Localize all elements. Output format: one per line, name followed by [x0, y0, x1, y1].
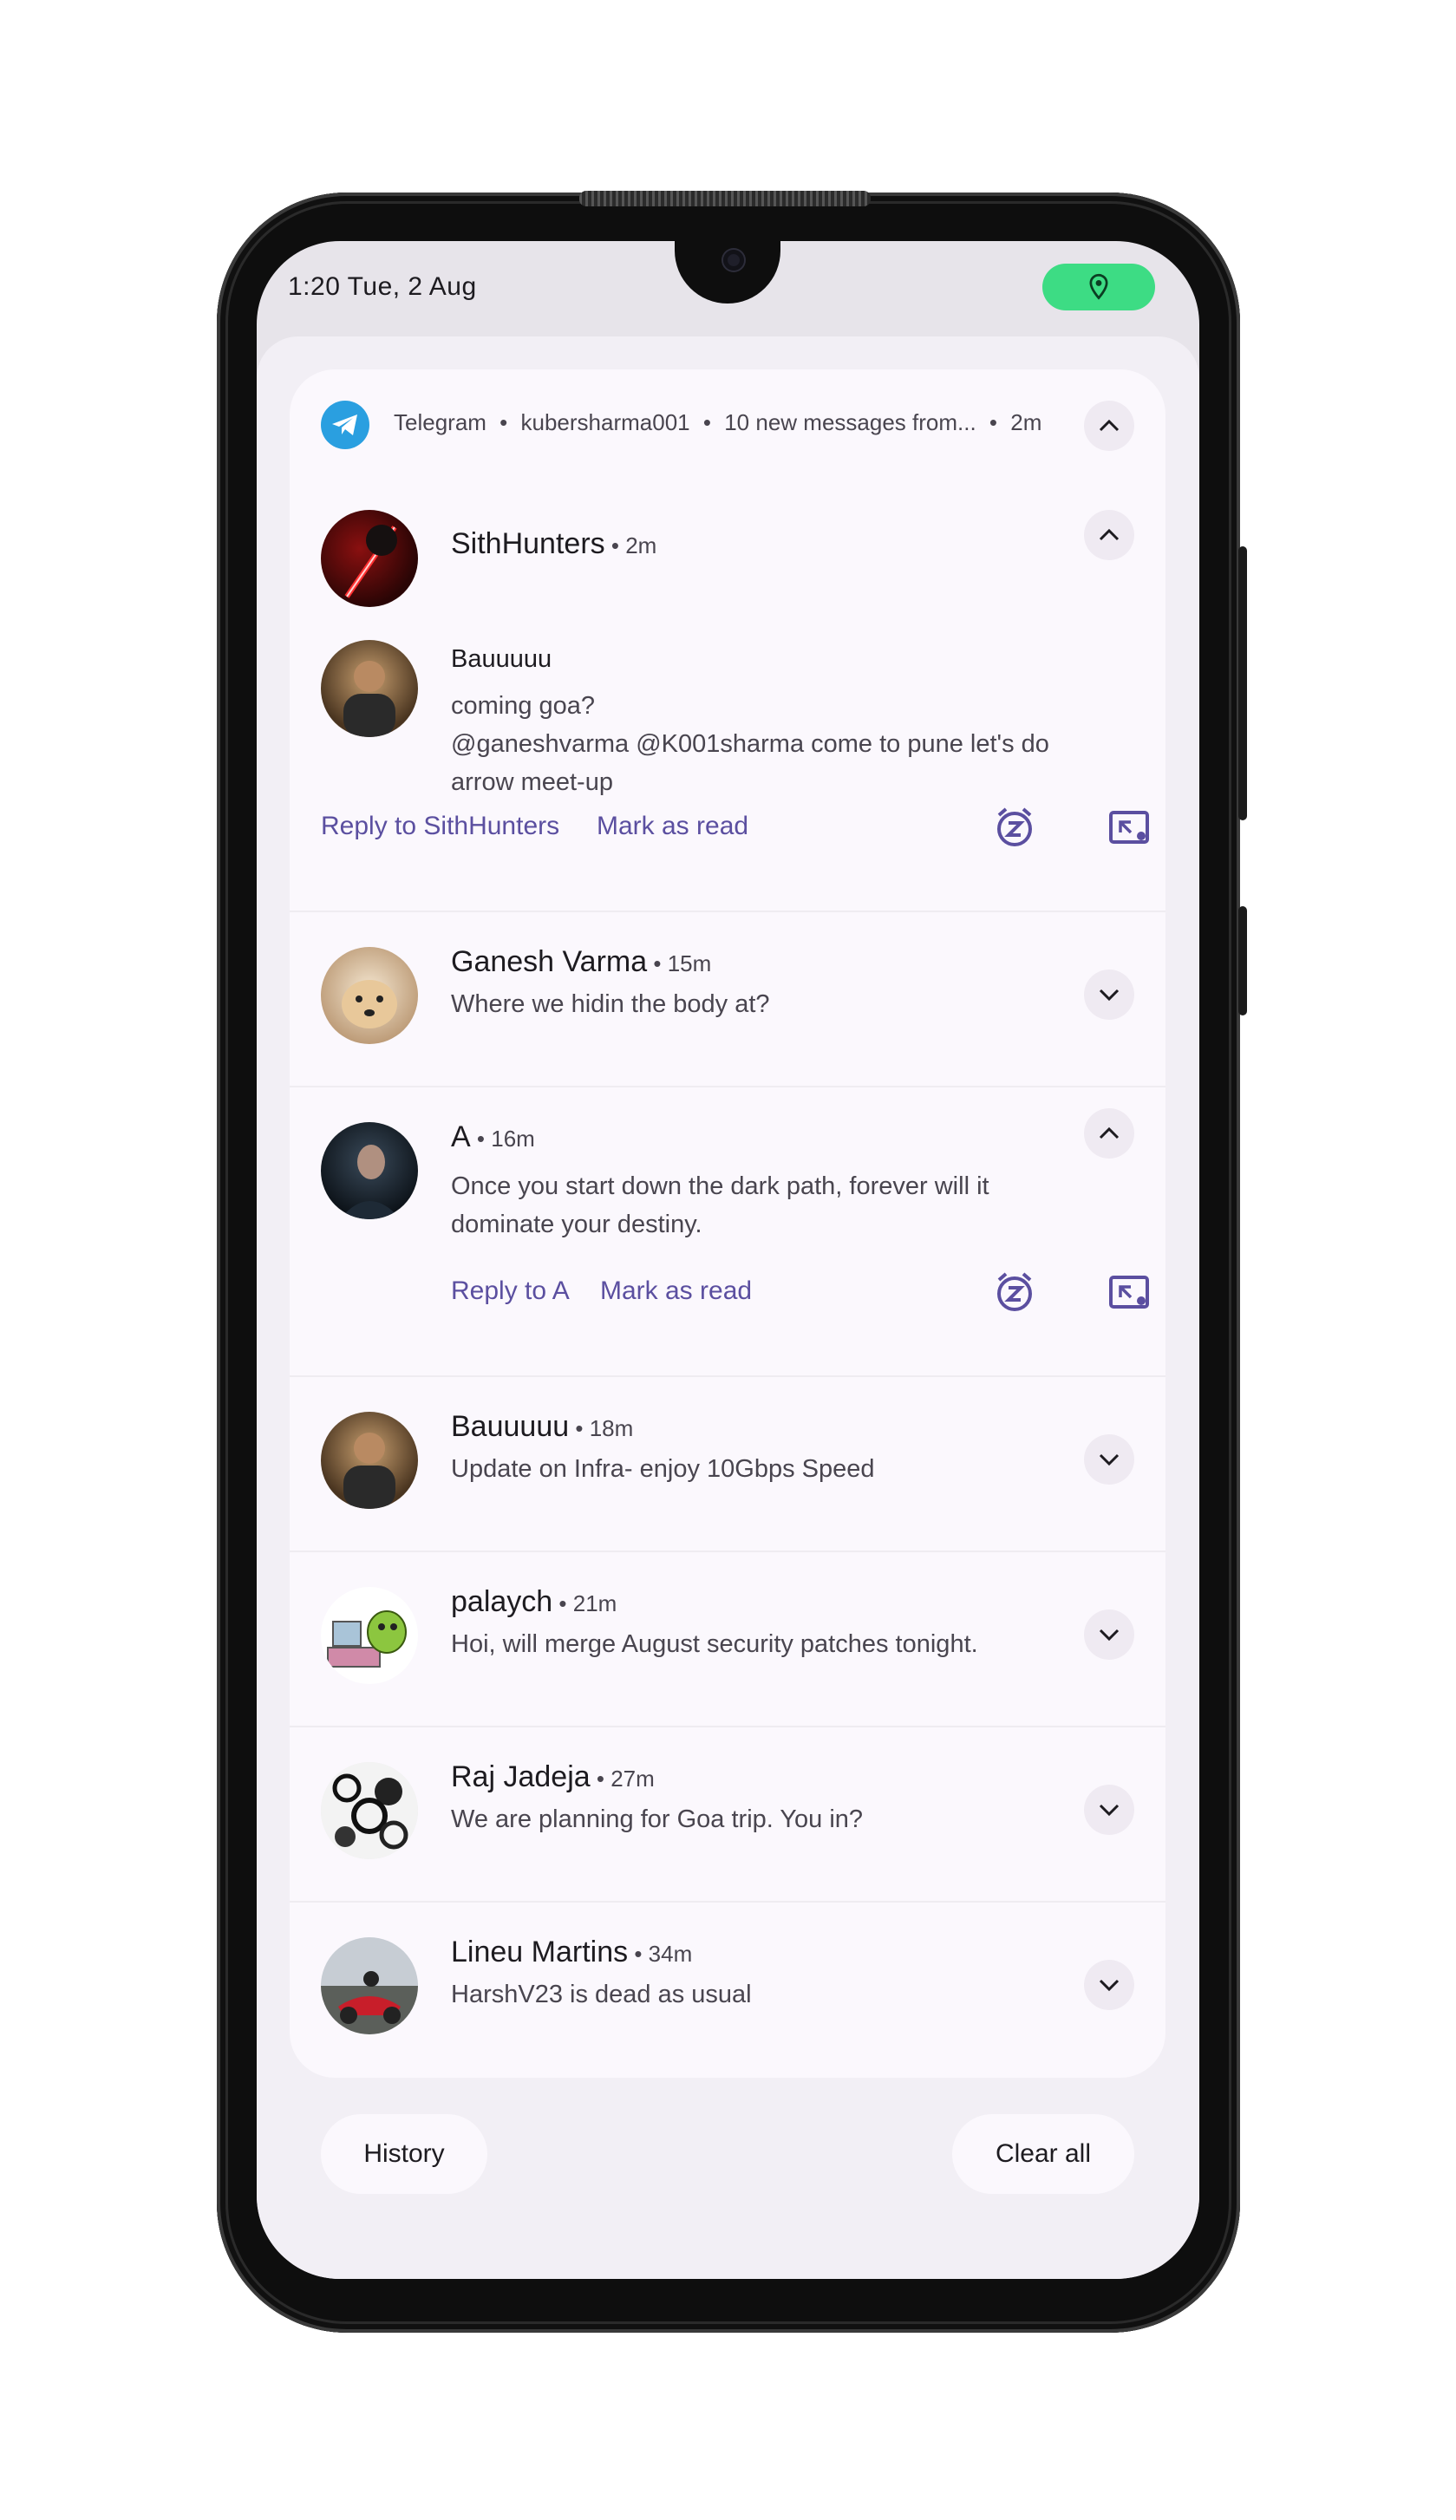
telegram-notification-card[interactable]: Telegram • kubersharma001 • 10 new messa… — [290, 369, 1165, 2078]
mark-read-a-button[interactable]: Mark as read — [600, 1276, 752, 1306]
expand-button[interactable] — [1084, 969, 1134, 1020]
notification-text: Hoi, will merge August security patches … — [451, 1630, 978, 1658]
contact-avatar — [321, 1937, 418, 2034]
chevron-down-icon — [1099, 989, 1120, 1002]
notification-title: Bauuuuu • 18m — [451, 1410, 634, 1443]
divider — [290, 1086, 1165, 1087]
notification-text: Once you start down the dark path, forev… — [451, 1172, 989, 1238]
chevron-up-icon — [1099, 528, 1120, 541]
contact-avatar — [321, 947, 418, 1044]
contact-avatar — [321, 1762, 418, 1859]
contact-avatar — [321, 1122, 418, 1219]
group-name: SithHunters — [451, 527, 605, 560]
status-time: 1:20 Tue, 2 Aug — [288, 272, 477, 301]
bubble-icon[interactable] — [1107, 1270, 1152, 1315]
chevron-down-icon — [1099, 1804, 1120, 1817]
history-button[interactable]: History — [321, 2114, 487, 2194]
screen: 1:20 Tue, 2 Aug Telegram • kubersharma00… — [257, 241, 1199, 2279]
contact-avatar — [321, 1587, 418, 1684]
expand-button[interactable] — [1084, 1609, 1134, 1660]
group-avatar — [321, 510, 418, 607]
notification-title: palaych • 21m — [451, 1585, 617, 1618]
app-name: Telegram — [394, 409, 486, 435]
snooze-icon[interactable] — [992, 1270, 1037, 1315]
notification-title: Lineu Martins • 34m — [451, 1936, 693, 1968]
chevron-up-icon — [1099, 419, 1120, 432]
contact-avatar — [321, 1412, 418, 1509]
expand-button[interactable] — [1084, 1960, 1134, 2010]
header-time: 2m — [1010, 409, 1042, 435]
notification-title: Ganesh Varma • 15m — [451, 945, 712, 978]
notification-title: Raj Jadeja • 27m — [451, 1760, 655, 1793]
divider — [290, 1901, 1165, 1903]
collapse-app-button[interactable] — [1084, 401, 1134, 451]
divider — [290, 1375, 1165, 1377]
location-pin-icon — [1089, 273, 1108, 300]
sender-avatar — [321, 640, 418, 737]
chevron-down-icon — [1099, 1453, 1120, 1466]
snooze-icon[interactable] — [992, 805, 1037, 850]
group-title: SithHunters • 2m — [451, 527, 657, 560]
summary-text: 10 new messages from... — [724, 409, 976, 435]
message-sender: Bauuuuu — [451, 645, 552, 673]
notification-title: A • 16m — [451, 1120, 535, 1153]
message-body: coming goa? @ganeshvarma @K001sharma com… — [451, 692, 1049, 796]
app-header[interactable]: Telegram • kubersharma001 • 10 new messa… — [290, 369, 1165, 482]
divider — [290, 1551, 1165, 1552]
collapse-group-button[interactable] — [1084, 510, 1134, 560]
account-name: kubersharma001 — [520, 409, 690, 435]
mark-read-group-button[interactable]: Mark as read — [597, 812, 748, 841]
reply-a-button[interactable]: Reply to A — [451, 1276, 570, 1306]
divider — [290, 1726, 1165, 1727]
group-time: 2m — [625, 532, 657, 558]
app-header-text: Telegram • kubersharma001 • 10 new messa… — [394, 409, 1042, 435]
chevron-down-icon — [1099, 1979, 1120, 1992]
chevron-down-icon — [1099, 1629, 1120, 1642]
expand-button[interactable] — [1084, 1434, 1134, 1485]
divider — [290, 911, 1165, 912]
notification-text: HarshV23 is dead as usual — [451, 1981, 752, 2008]
chevron-up-icon — [1099, 1126, 1120, 1139]
telegram-icon — [321, 401, 369, 449]
notification-text: Where we hidin the body at? — [451, 990, 770, 1018]
notification-text: We are planning for Goa trip. You in? — [451, 1805, 864, 1833]
reply-group-button[interactable]: Reply to SithHunters — [321, 812, 559, 841]
collapse-button[interactable] — [1084, 1108, 1134, 1159]
notification-text: Update on Infra- enjoy 10Gbps Speed — [451, 1455, 875, 1483]
bubble-icon[interactable] — [1107, 805, 1152, 850]
expand-button[interactable] — [1084, 1785, 1134, 1835]
earpiece-speaker — [579, 191, 871, 206]
location-indicator[interactable] — [1042, 264, 1155, 310]
clear-all-button[interactable]: Clear all — [952, 2114, 1134, 2194]
power-button — [1238, 546, 1247, 820]
volume-button — [1238, 906, 1247, 1015]
front-camera — [723, 250, 744, 271]
